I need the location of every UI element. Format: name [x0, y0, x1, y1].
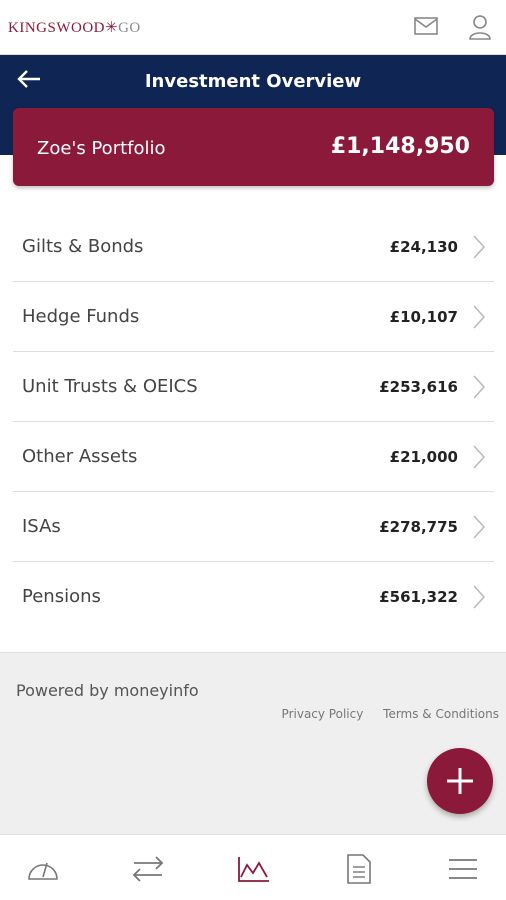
asset-label: ISAs [22, 516, 61, 537]
asset-value: £21,000 [389, 448, 458, 466]
transfer-icon[interactable] [130, 853, 166, 885]
mail-icon[interactable] [414, 16, 438, 36]
portfolio-card[interactable]: Zoe's Portfolio £1,148,950 [13, 108, 494, 186]
asset-label: Pensions [22, 586, 101, 607]
asset-row-isas[interactable]: ISAs £278,775 [13, 492, 494, 562]
asset-label: Other Assets [22, 446, 138, 467]
asset-list: Gilts & Bonds £24,130 Hedge Funds £10,10… [13, 212, 494, 632]
portfolio-name: Zoe's Portfolio [37, 138, 166, 159]
powered-by-text: Powered by moneyinfo [16, 681, 199, 700]
asset-value: £278,775 [379, 518, 458, 536]
dashboard-icon[interactable] [25, 853, 61, 885]
user-icon[interactable] [468, 14, 492, 40]
asset-value: £10,107 [389, 308, 458, 326]
asset-row-other-assets[interactable]: Other Assets £21,000 [13, 422, 494, 492]
brand-logo: KINGSWOOD✳GO [8, 20, 141, 36]
terms-link[interactable]: Terms & Conditions [383, 707, 499, 721]
chevron-right-icon [473, 235, 486, 259]
chevron-right-icon [473, 375, 486, 399]
bottom-tab-bar [0, 834, 506, 900]
asset-label: Unit Trusts & OEICS [22, 376, 198, 397]
plus-icon [447, 768, 473, 794]
asset-label: Gilts & Bonds [22, 236, 144, 257]
footer-links: Privacy Policy Terms & Conditions [266, 707, 499, 721]
asset-row-unit-trusts[interactable]: Unit Trusts & OEICS £253,616 [13, 352, 494, 422]
chart-icon[interactable] [235, 853, 271, 885]
page-title: Investment Overview [144, 71, 362, 92]
asset-row-gilts-bonds[interactable]: Gilts & Bonds £24,130 [13, 212, 494, 282]
asset-value: £253,616 [379, 378, 458, 396]
asset-row-pensions[interactable]: Pensions £561,322 [13, 562, 494, 632]
asset-value: £24,130 [389, 238, 458, 256]
asset-label: Hedge Funds [22, 306, 140, 327]
menu-icon[interactable] [445, 853, 481, 885]
asset-row-hedge-funds[interactable]: Hedge Funds £10,107 [13, 282, 494, 352]
chevron-right-icon [473, 445, 486, 469]
top-bar: KINGSWOOD✳GO [0, 0, 506, 55]
asset-value: £561,322 [379, 588, 458, 606]
document-icon[interactable] [341, 853, 377, 885]
footer: Powered by moneyinfo Privacy Policy Term… [0, 652, 506, 834]
privacy-policy-link[interactable]: Privacy Policy [282, 707, 364, 721]
add-button[interactable] [427, 748, 493, 814]
chevron-right-icon [473, 515, 486, 539]
portfolio-total: £1,148,950 [330, 134, 470, 159]
chevron-right-icon [473, 585, 486, 609]
chevron-right-icon [473, 305, 486, 329]
